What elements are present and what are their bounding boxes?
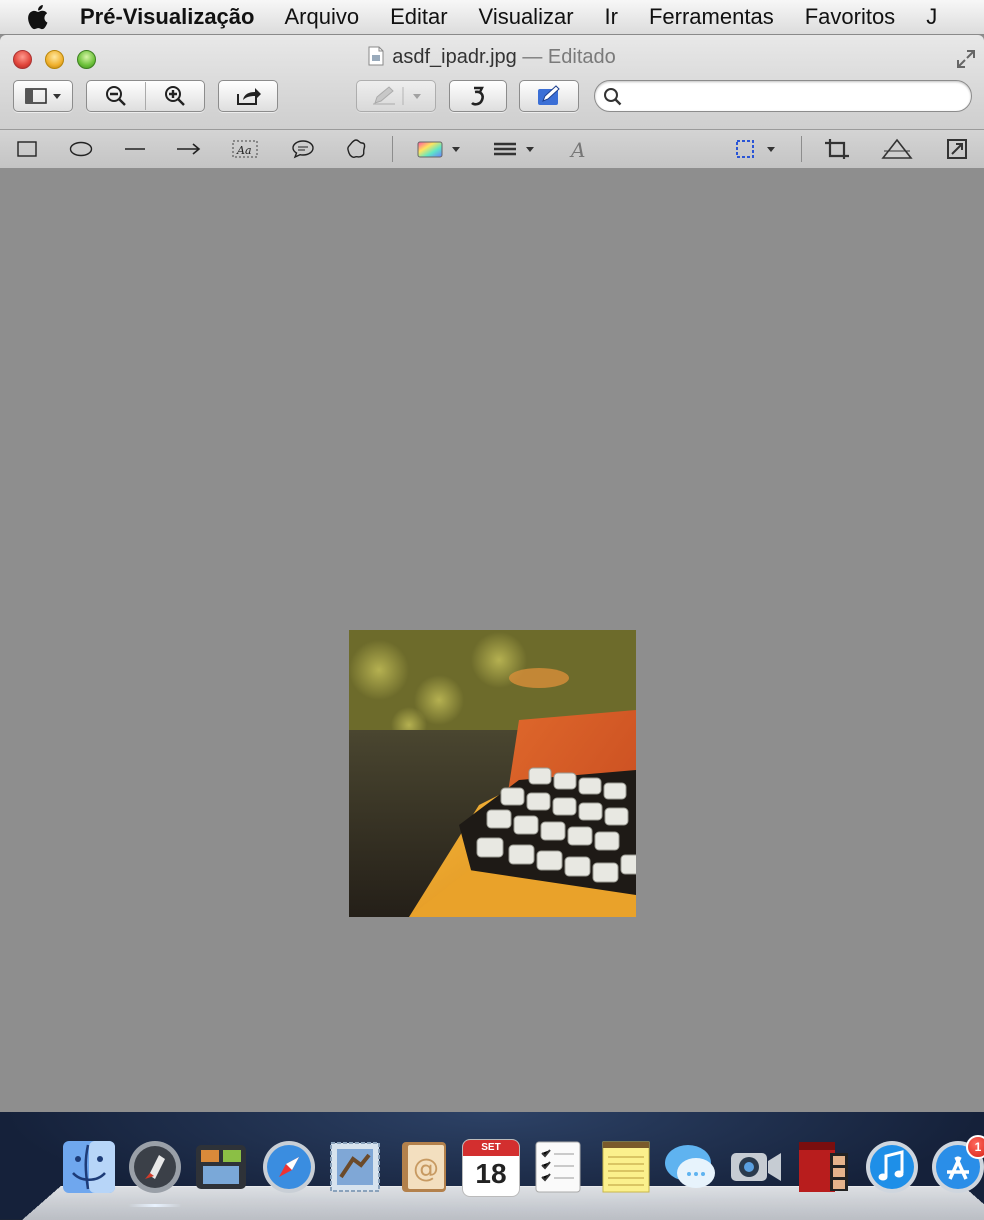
launchpad-icon[interactable] — [127, 1139, 183, 1195]
menu-editar[interactable]: Editar — [390, 0, 447, 34]
menu-favoritos[interactable]: Favoritos — [805, 0, 895, 34]
preview-window: asdf_ipadr.jpg — Editado Aa A — [0, 35, 984, 1112]
share-button[interactable] — [218, 80, 278, 112]
search-input[interactable] — [629, 84, 953, 108]
color-swatch-icon — [417, 141, 460, 158]
menu-ir[interactable]: Ir — [605, 0, 618, 34]
safari-icon[interactable] — [261, 1139, 317, 1195]
photo-booth-icon[interactable] — [796, 1139, 852, 1195]
font-tool[interactable]: A — [566, 130, 592, 168]
menu-visualizar[interactable]: Visualizar — [479, 0, 574, 34]
pen-icon — [373, 86, 421, 105]
rotate-button[interactable] — [449, 80, 507, 112]
zoom-out-button[interactable] — [87, 81, 145, 111]
line-style-picker[interactable] — [492, 130, 540, 168]
markup-icon — [538, 85, 560, 105]
oval-icon — [69, 141, 93, 157]
window-status: — Editado — [516, 46, 616, 68]
arrow-tool[interactable] — [175, 130, 203, 168]
svg-text:Aa: Aa — [236, 144, 252, 157]
annotate-button[interactable] — [356, 80, 436, 112]
menu-janela[interactable]: J — [926, 0, 937, 34]
calendar-month: SET — [463, 1140, 519, 1156]
rotate-icon — [471, 86, 484, 106]
blob-shape-icon — [347, 139, 366, 158]
adjust-color-tool[interactable] — [880, 130, 914, 168]
sidebar-view-icon — [25, 88, 61, 104]
speech-bubble-tool[interactable] — [289, 130, 317, 168]
itunes-icon[interactable] — [864, 1139, 920, 1195]
fullscreen-icon[interactable] — [955, 48, 977, 70]
mail-icon[interactable] — [327, 1139, 383, 1195]
search-icon — [604, 88, 622, 106]
calendar-day: 18 — [475, 1158, 507, 1189]
zoom-in-button[interactable] — [146, 81, 204, 111]
document-image[interactable] — [349, 630, 636, 917]
window-title: asdf_ipadr.jpg — Editado — [0, 46, 984, 69]
oval-tool[interactable] — [67, 130, 95, 168]
speech-bubble-icon — [292, 140, 314, 159]
contacts-icon[interactable]: @ — [396, 1139, 452, 1195]
crop-icon — [825, 139, 849, 159]
prism-icon — [881, 138, 913, 159]
menu-ferramentas[interactable]: Ferramentas — [649, 0, 774, 34]
facetime-icon[interactable] — [728, 1139, 784, 1195]
document-icon — [368, 46, 384, 66]
rect-selection-icon — [736, 140, 775, 158]
window-filename: asdf_ipadr.jpg — [392, 46, 517, 68]
finder-icon[interactable] — [61, 1139, 117, 1195]
title-bar: asdf_ipadr.jpg — Editado Aa A — [0, 35, 984, 169]
markup-toolbar-button[interactable] — [519, 80, 579, 112]
line-tool[interactable] — [122, 130, 148, 168]
zoom-control — [86, 80, 205, 112]
typewriter-photo — [349, 630, 636, 917]
crop-tool[interactable] — [822, 130, 852, 168]
zoom-out-icon — [106, 86, 126, 106]
apple-menu-icon[interactable] — [24, 3, 50, 31]
calendar-icon[interactable]: SET 18 — [462, 1139, 520, 1197]
running-indicator — [128, 1204, 182, 1207]
zoom-in-icon — [165, 86, 185, 106]
menu-bar: Pré-Visualização Arquivo Editar Visualiz… — [0, 0, 984, 35]
text-box-icon: Aa — [232, 140, 258, 158]
app-store-badge: 1 — [966, 1135, 984, 1159]
selection-tool[interactable] — [733, 130, 781, 168]
menu-app-name[interactable]: Pré-Visualização — [80, 0, 254, 34]
shape-tool[interactable] — [342, 130, 370, 168]
svg-text:@: @ — [413, 1154, 439, 1184]
annotation-toolbar: Aa A — [0, 129, 984, 169]
svg-text:A: A — [569, 138, 585, 160]
rectangle-icon — [17, 141, 37, 157]
rectangle-tool[interactable] — [14, 130, 40, 168]
reminders-icon[interactable] — [530, 1139, 586, 1195]
arrow-icon — [177, 143, 201, 155]
resize-icon — [947, 139, 967, 159]
share-icon — [237, 88, 261, 105]
document-canvas — [0, 168, 984, 1112]
mission-control-icon[interactable] — [193, 1139, 249, 1195]
line-icon — [125, 148, 145, 150]
menu-arquivo[interactable]: Arquivo — [284, 0, 359, 34]
font-a-icon: A — [569, 138, 585, 160]
adjust-size-tool[interactable] — [943, 130, 971, 168]
messages-icon[interactable] — [662, 1139, 718, 1195]
text-tool[interactable]: Aa — [230, 130, 260, 168]
color-picker[interactable] — [415, 130, 465, 168]
line-weight-icon — [494, 142, 534, 156]
view-mode-button[interactable] — [13, 80, 73, 112]
notes-icon[interactable] — [598, 1139, 654, 1195]
search-field[interactable] — [594, 80, 972, 112]
